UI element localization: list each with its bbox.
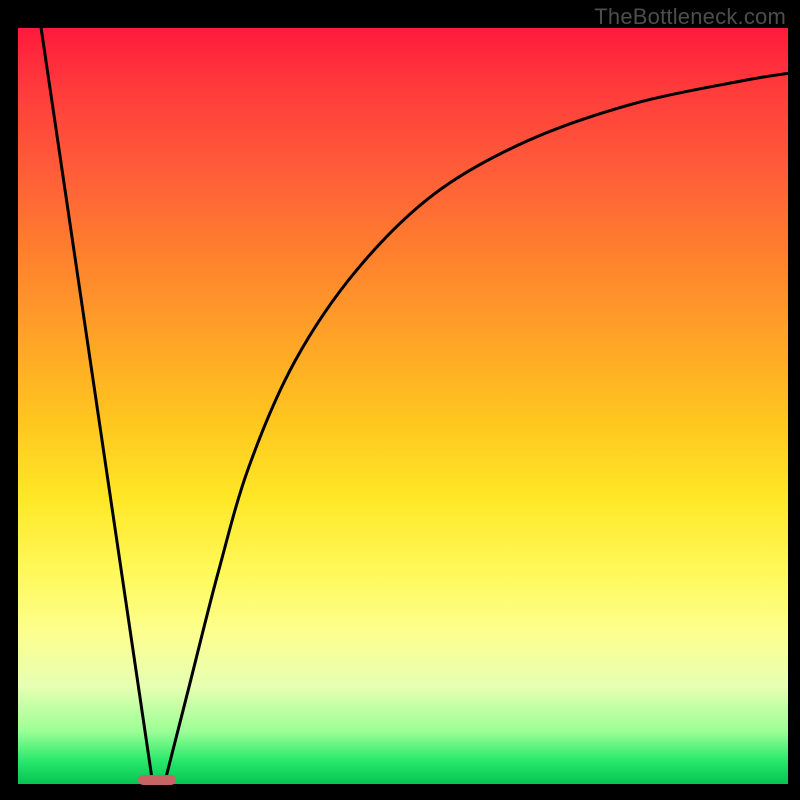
chart-plot-area [18, 28, 788, 784]
minimum-marker [138, 775, 176, 785]
bottleneck-curve [18, 28, 788, 784]
chart-frame: TheBottleneck.com [0, 0, 800, 800]
curve-right-branch [164, 73, 788, 784]
watermark-text: TheBottleneck.com [594, 4, 786, 30]
curve-left-branch [41, 28, 153, 784]
